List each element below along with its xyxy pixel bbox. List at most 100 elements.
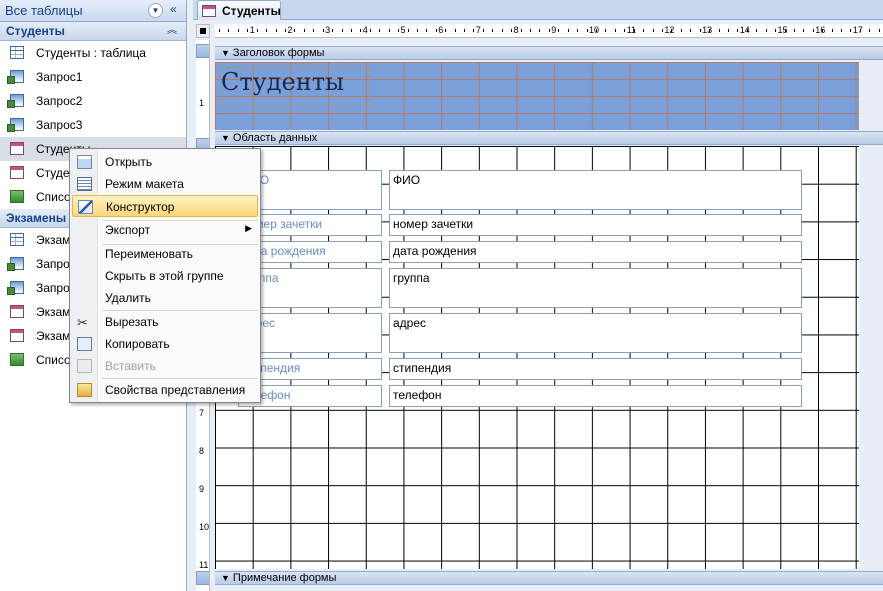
vruler-number: 7: [199, 408, 205, 418]
vruler-number: 11: [199, 560, 209, 570]
hruler-tick: [313, 29, 315, 32]
hruler-number: 12: [664, 25, 675, 35]
design-view-icon: [78, 200, 93, 214]
hruler-number: 16: [815, 25, 826, 35]
hruler-tick: [435, 29, 437, 32]
form-title[interactable]: Студенты: [221, 68, 344, 96]
hruler-number: 5: [400, 25, 406, 35]
hruler-tick: [727, 29, 729, 32]
textbox-group[interactable]: группа: [389, 268, 802, 308]
nav-pane-header[interactable]: Все таблицы ▼ «: [0, 0, 186, 22]
nav-item-label: Запрос2: [36, 94, 83, 108]
nav-item-label: Экзам: [36, 233, 71, 247]
vruler-number: 9: [199, 484, 205, 494]
hruler-tick: [709, 29, 711, 32]
hruler-tick: [492, 29, 494, 32]
nav-item-students-table[interactable]: Студенты : таблица: [0, 41, 186, 65]
menu-item-hide-in-group[interactable]: Скрыть в этой группе: [72, 265, 258, 287]
hruler-tick: [360, 29, 362, 32]
hruler-tick: [501, 29, 503, 32]
hruler-tick: [850, 29, 852, 32]
vruler-number: 1: [199, 98, 205, 108]
hruler-tick: [643, 29, 645, 32]
form-footer-bar[interactable]: ▼ Примечание формы: [215, 571, 883, 585]
hruler-tick: [247, 29, 249, 32]
menu-item-copy[interactable]: Копировать: [72, 333, 258, 355]
hruler-number: 8: [513, 25, 519, 35]
hruler-tick: [219, 29, 220, 32]
menu-item-cut[interactable]: ✂ Вырезать: [72, 311, 258, 333]
textbox-fio[interactable]: ФИО: [389, 170, 802, 210]
hruler-tick: [237, 29, 239, 32]
section-arrow-icon: ▼: [221, 573, 230, 583]
table-icon: [10, 46, 24, 59]
textbox-address[interactable]: адрес: [389, 313, 802, 353]
hruler-tick: [624, 29, 626, 32]
report-icon: [10, 353, 24, 366]
menu-item-export[interactable]: Экспорт ▶: [72, 219, 258, 241]
hruler-tick: [775, 29, 777, 32]
hruler-tick: [426, 29, 428, 32]
textbox-birth-date[interactable]: дата рождения: [389, 241, 802, 263]
tab-students-form[interactable]: Студенты: [197, 0, 281, 20]
nav-item-query3[interactable]: Запрос3: [0, 113, 186, 137]
menu-item-label: Свойства представления: [105, 383, 246, 397]
textbox-record-book[interactable]: номер зачетки: [389, 214, 802, 236]
hruler-tick: [350, 29, 352, 32]
hruler-tick: [737, 29, 739, 32]
hruler-number: 13: [702, 25, 713, 35]
hruler-tick: [869, 29, 871, 32]
vruler-number: 10: [199, 522, 210, 532]
menu-item-rename[interactable]: Переименовать: [72, 243, 258, 265]
hruler-tick: [398, 29, 400, 32]
section-selector-footer[interactable]: [196, 571, 209, 585]
hruler-tick: [275, 29, 277, 32]
form-header-bar[interactable]: ▼ Заголовок формы: [215, 46, 883, 60]
nav-item-query2[interactable]: Запрос2: [0, 89, 186, 113]
form-header-label: Заголовок формы: [232, 47, 325, 59]
hruler-tick: [841, 29, 843, 32]
textbox-phone[interactable]: телефон: [389, 385, 802, 407]
nav-item-query1[interactable]: Запрос1: [0, 65, 186, 89]
menu-item-label: Скрыть в этой группе: [105, 269, 224, 283]
menu-item-delete[interactable]: Удалить: [72, 287, 258, 309]
horizontal-ruler[interactable]: 1 2 3 4 5 6 7 8 9 10 11 12 13 14 15 16 17: [215, 24, 883, 38]
form-icon: [10, 166, 24, 179]
chevron-up-icon[interactable]: ︽: [167, 22, 177, 40]
hruler-number: 6: [438, 25, 444, 35]
hruler-tick: [511, 29, 513, 32]
collapse-pane-icon[interactable]: «: [170, 2, 177, 16]
hruler-tick: [596, 29, 597, 32]
hruler-tick: [294, 29, 296, 32]
nav-item-label: Запро: [36, 257, 70, 271]
menu-item-layout-view[interactable]: Режим макета: [72, 173, 258, 195]
report-icon: [10, 190, 24, 203]
nav-group-header-students[interactable]: Студенты ︽: [0, 22, 186, 41]
hruler-number: 2: [287, 25, 293, 35]
chevron-down-icon[interactable]: ▼: [148, 3, 163, 18]
menu-item-open[interactable]: Открыть: [72, 151, 258, 173]
detail-section-bar[interactable]: ▼ Область данных: [215, 131, 883, 145]
hruler-number: 17: [852, 25, 863, 35]
hruler-tick: [586, 29, 588, 32]
hruler-number: 14: [739, 25, 750, 35]
menu-item-design-view[interactable]: Конструктор: [72, 195, 258, 217]
hruler-tick: [341, 29, 343, 32]
menu-item-label: Вставить: [105, 359, 156, 373]
menu-item-view-properties[interactable]: Свойства представления: [72, 379, 258, 401]
hruler-tick: [407, 29, 409, 32]
hruler-tick: [577, 29, 579, 32]
hruler-tick: [530, 29, 532, 32]
nav-item-label: Запрос3: [36, 118, 83, 132]
section-selector-header[interactable]: [196, 44, 209, 58]
hruler-tick: [473, 29, 475, 32]
form-selector[interactable]: [196, 24, 210, 38]
hruler-tick: [266, 29, 268, 32]
nav-pane-title[interactable]: Все таблицы: [5, 3, 83, 18]
query-icon: [7, 94, 24, 108]
menu-item-label: Удалить: [105, 291, 151, 305]
menu-item-label: Открыть: [105, 155, 153, 169]
menu-item-label: Копировать: [105, 337, 170, 351]
textbox-stipend[interactable]: стипендия: [389, 358, 802, 380]
detail-section-label: Область данных: [232, 132, 318, 144]
